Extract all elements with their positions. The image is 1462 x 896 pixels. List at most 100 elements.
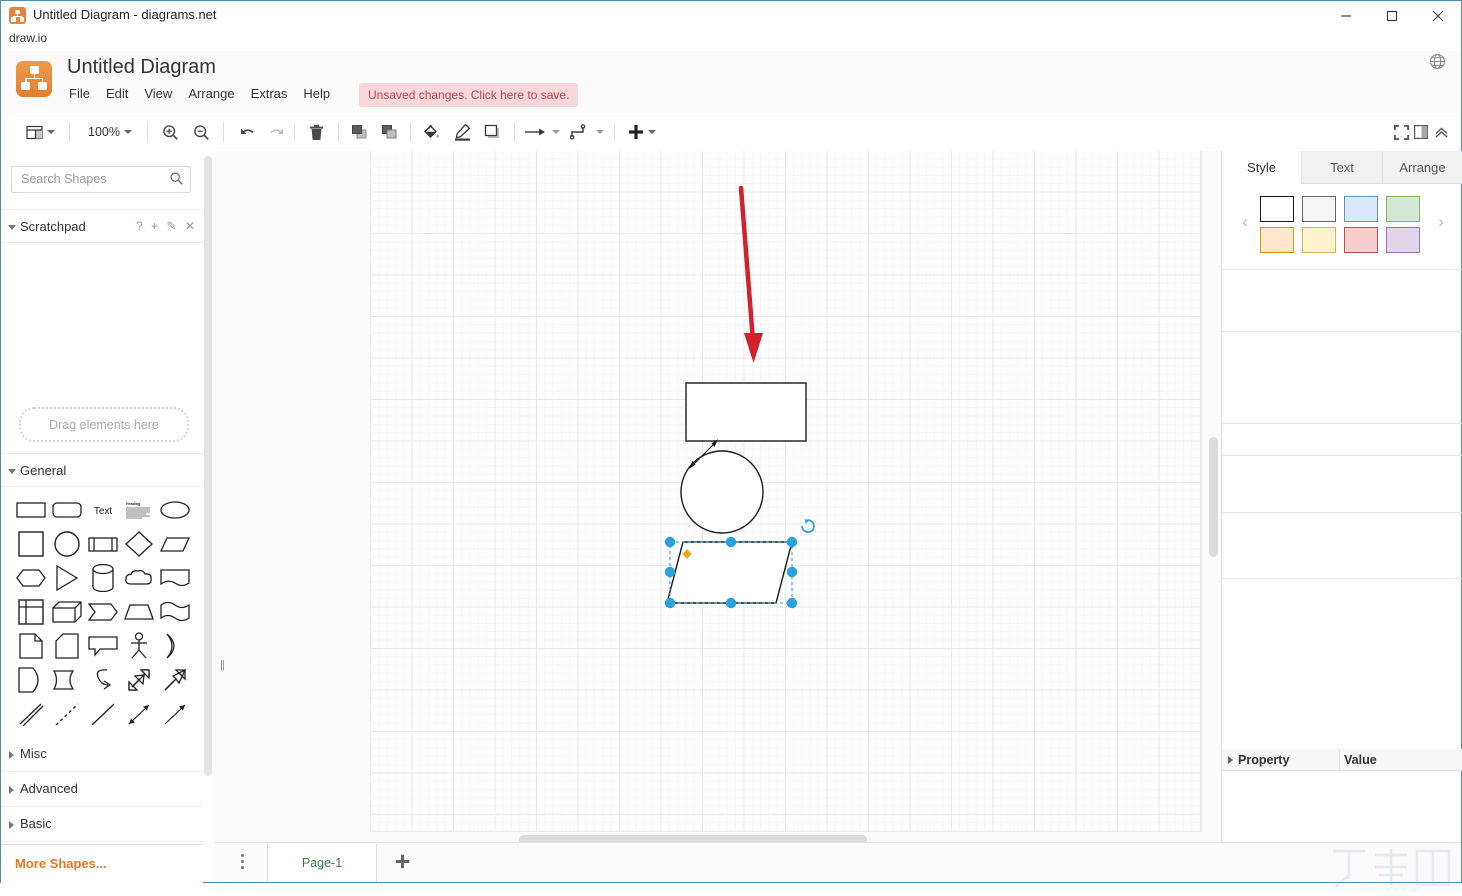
zoom-dropdown-button[interactable]: 100% <box>79 113 141 151</box>
menu-edit[interactable]: Edit <box>98 86 136 101</box>
edge-style-icon[interactable] <box>568 113 606 151</box>
watermark-url: www.xiazaiba.com <box>1361 884 1423 893</box>
unsaved-changes-button[interactable]: Unsaved changes. Click here to save. <box>359 83 579 107</box>
shape-arrow[interactable] <box>157 663 193 697</box>
shape-delay[interactable] <box>49 663 85 697</box>
menu-extras[interactable]: Extras <box>243 86 296 101</box>
swatch-orange[interactable] <box>1260 227 1294 253</box>
shape-data-storage[interactable] <box>13 663 49 697</box>
sidebar-category-basic[interactable]: Basic <box>1 807 203 842</box>
shape-line[interactable] <box>85 697 121 731</box>
undo-icon[interactable] <box>233 113 261 151</box>
connection-arrow-icon[interactable] <box>523 113 561 151</box>
shape-actor[interactable] <box>121 629 157 663</box>
shape-process[interactable] <box>85 527 121 561</box>
palette-next-button[interactable]: › <box>1438 212 1444 232</box>
scratchpad-help-icon[interactable]: ? <box>136 219 143 233</box>
bring-to-front-icon[interactable] <box>345 113 373 151</box>
swatch-white[interactable] <box>1260 196 1294 222</box>
scratchpad-close-icon[interactable]: ✕ <box>185 219 195 233</box>
search-shapes-box[interactable] <box>11 166 191 193</box>
shape-triangle[interactable] <box>49 561 85 595</box>
trash-icon[interactable] <box>302 113 330 151</box>
tab-style[interactable]: Style <box>1222 151 1302 184</box>
swatch-purple[interactable] <box>1386 227 1420 253</box>
swatch-blue[interactable] <box>1344 196 1378 222</box>
shape-step[interactable] <box>85 595 121 629</box>
maximize-button[interactable] <box>1369 1 1415 31</box>
line-color-icon[interactable] <box>448 113 476 151</box>
fill-color-icon[interactable] <box>417 113 445 151</box>
more-shapes-button[interactable]: More Shapes... <box>15 856 107 871</box>
shape-ellipse[interactable] <box>157 493 193 527</box>
menu-view[interactable]: View <box>136 86 180 101</box>
shape-double-arrow[interactable] <box>121 663 157 697</box>
page-tab-page-1[interactable]: Page-1 <box>267 844 377 882</box>
diagram-canvas[interactable] <box>229 151 1221 842</box>
shape-line-bidirectional-arrow[interactable] <box>121 697 157 731</box>
globe-icon[interactable] <box>1429 53 1446 70</box>
tab-arrange[interactable]: Arrange <box>1383 151 1462 184</box>
view-dropdown-button[interactable] <box>19 113 61 151</box>
redo-icon[interactable] <box>262 113 290 151</box>
sidebar-category-advanced[interactable]: Advanced <box>1 772 203 807</box>
shape-cloud[interactable] <box>121 561 157 595</box>
close-button[interactable] <box>1415 1 1461 31</box>
shape-text[interactable]: Text <box>85 493 121 527</box>
shape-note[interactable] <box>13 629 49 663</box>
shape-hexagon[interactable] <box>13 561 49 595</box>
shape-tape[interactable] <box>157 595 193 629</box>
swatch-grey[interactable] <box>1302 196 1336 222</box>
shape-cube[interactable] <box>49 595 85 629</box>
scratchpad-add-icon[interactable]: + <box>151 219 158 233</box>
shape-cylinder[interactable] <box>85 561 121 595</box>
tab-text[interactable]: Text <box>1302 151 1383 184</box>
sidebar-scrollbar-thumb[interactable] <box>204 156 212 776</box>
menu-help[interactable]: Help <box>295 86 338 101</box>
palette-prev-button[interactable]: ‹ <box>1242 212 1248 232</box>
collapse-icon[interactable] <box>1429 113 1453 151</box>
zoom-in-icon[interactable] <box>156 113 184 151</box>
shape-line-arrow[interactable] <box>157 697 193 731</box>
menu-arrange[interactable]: Arrange <box>180 86 242 101</box>
search-input[interactable] <box>19 171 168 187</box>
swatch-green[interactable] <box>1386 196 1420 222</box>
document-title[interactable]: Untitled Diagram <box>67 56 216 79</box>
swatch-red[interactable] <box>1344 227 1378 253</box>
canvas-vertical-scrollbar[interactable] <box>1209 437 1218 557</box>
shape-internal-storage[interactable] <box>13 595 49 629</box>
shape-curve[interactable] <box>85 663 121 697</box>
shape-document[interactable] <box>157 561 193 595</box>
shape-square[interactable] <box>13 527 49 561</box>
minimize-button[interactable] <box>1323 1 1369 31</box>
shape-callout[interactable] <box>85 629 121 663</box>
swatch-yellow[interactable] <box>1302 227 1336 253</box>
insert-plus-icon[interactable] <box>623 113 661 151</box>
zoom-out-icon[interactable] <box>187 113 215 151</box>
shape-or[interactable] <box>157 629 193 663</box>
sidebar-splitter[interactable]: || <box>215 151 230 842</box>
shape-card[interactable] <box>49 629 85 663</box>
shape-line-double[interactable] <box>13 697 49 731</box>
shape-diamond[interactable] <box>121 527 157 561</box>
general-section-header[interactable]: General <box>1 453 203 487</box>
shape-rounded-rectangle[interactable] <box>49 493 85 527</box>
menu-file[interactable]: File <box>69 86 98 101</box>
shadow-icon[interactable] <box>478 113 506 151</box>
send-to-back-icon[interactable] <box>375 113 403 151</box>
page-menu-icon[interactable] <box>241 854 245 872</box>
canvas-horizontal-scrollbar[interactable] <box>519 835 867 842</box>
sidebar-category-misc[interactable]: Misc <box>1 737 203 772</box>
scratchpad-edit-icon[interactable]: ✎ <box>167 219 177 233</box>
scratchpad-dropzone[interactable]: Drag elements here <box>19 407 189 442</box>
shape-rectangle[interactable] <box>13 493 49 527</box>
add-page-button[interactable] <box>395 854 410 872</box>
shape-circle[interactable] <box>49 527 85 561</box>
shape-line-dashed[interactable] <box>49 697 85 731</box>
shape-parallelogram[interactable] <box>157 527 193 561</box>
shape-trapezoid[interactable] <box>121 595 157 629</box>
properties-header[interactable]: Property Value <box>1222 749 1462 771</box>
search-icon[interactable] <box>170 172 183 188</box>
scratchpad-section-header[interactable]: Scratchpad ? + ✎ ✕ <box>1 209 203 243</box>
shape-textbox[interactable]: Heading <box>121 493 157 527</box>
